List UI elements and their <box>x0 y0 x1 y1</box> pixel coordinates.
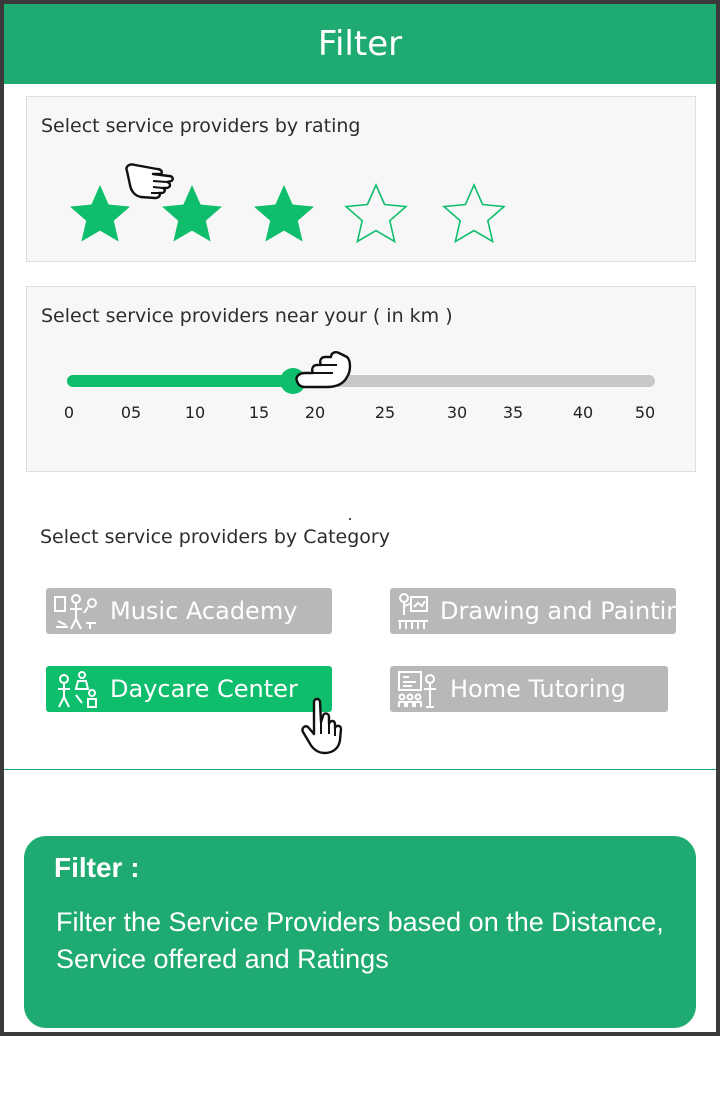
distance-tick-35: 35 <box>502 403 524 422</box>
pointing-hand-icon <box>125 163 174 200</box>
category-button-music-academy[interactable]: Music Academy <box>46 588 332 634</box>
distance-label: Select service providers near your ( in … <box>41 305 453 327</box>
page-title: Filter <box>317 24 403 64</box>
star-5-icon[interactable] <box>441 181 507 247</box>
distance-slider-fill <box>67 375 293 387</box>
distance-card: Select service providers near your ( in … <box>26 286 696 472</box>
distance-tick-0: 0 <box>63 403 75 422</box>
distance-tick-10: 10 <box>184 403 206 422</box>
distance-tick-40: 40 <box>572 403 594 422</box>
app-frame: Filter Select service providers by ratin… <box>0 0 720 1036</box>
info-description: Filter the Service Providers based on th… <box>56 907 664 974</box>
stray-dot <box>349 518 351 520</box>
category-label-music-academy: Music Academy <box>110 597 298 625</box>
distance-tick-05: 05 <box>120 403 142 422</box>
filter-content: Select service providers by rating Selec… <box>4 84 716 770</box>
distance-tick-30: 30 <box>446 403 468 422</box>
pointing-hand-icon <box>295 351 352 389</box>
daycare-icon <box>58 671 97 708</box>
header-bar: Filter <box>4 4 716 84</box>
rating-label: Select service providers by rating <box>41 115 361 137</box>
music-academy-icon <box>54 594 97 630</box>
category-button-drawing-painting[interactable]: Drawing and Painting <box>390 588 676 634</box>
distance-tick-25: 25 <box>374 403 396 422</box>
distance-tick-20: 20 <box>304 403 326 422</box>
category-label: Select service providers by Category <box>40 526 390 548</box>
category-button-daycare-center[interactable]: Daycare Center <box>46 666 332 712</box>
pointing-hand-icon <box>301 697 343 755</box>
category-label-drawing-painting: Drawing and Painting <box>440 597 676 625</box>
rating-card: Select service providers by rating <box>26 96 696 262</box>
star-3-icon[interactable] <box>251 181 317 247</box>
easel-icon <box>398 593 428 629</box>
info-title: Filter : <box>54 852 140 883</box>
distance-tick-50: 50 <box>634 403 656 422</box>
distance-tick-15: 15 <box>248 403 270 422</box>
category-button-home-tutoring[interactable]: Home Tutoring <box>390 666 668 712</box>
tutoring-icon <box>398 671 436 708</box>
category-label-daycare-center: Daycare Center <box>110 675 298 703</box>
star-4-icon[interactable] <box>343 181 409 247</box>
category-label-home-tutoring: Home Tutoring <box>450 675 626 703</box>
info-callout: Filter : Filter the Service Providers ba… <box>24 836 696 1028</box>
